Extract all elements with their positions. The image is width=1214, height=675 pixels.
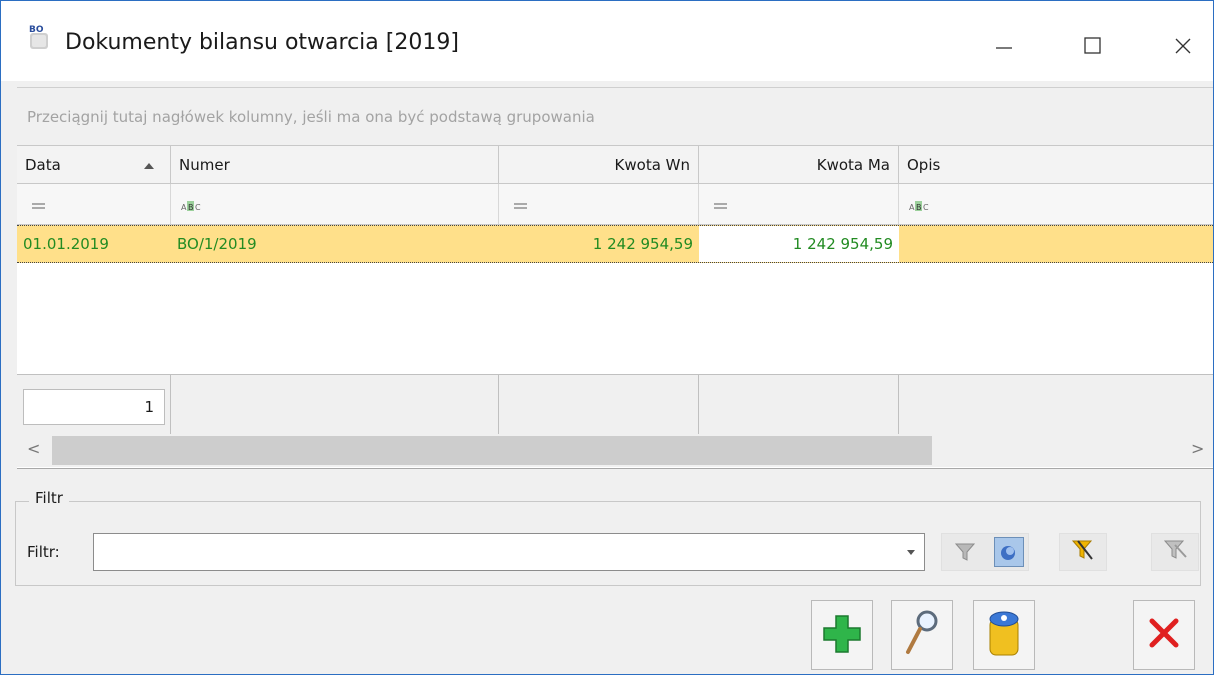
filter-dropdown-button[interactable] xyxy=(897,534,924,570)
group-by-panel[interactable]: Przeciągnij tutaj nagłówek kolumny, jeśl… xyxy=(17,87,1213,146)
funnel-pencil-icon xyxy=(1070,537,1096,567)
apply-filter-button[interactable] xyxy=(1059,533,1107,571)
add-button[interactable] xyxy=(811,600,873,670)
svg-text:A: A xyxy=(909,203,915,212)
svg-text:BO: BO xyxy=(29,25,44,35)
filter-toggle-buttons xyxy=(941,533,1029,571)
filter-label: Filtr: xyxy=(27,543,60,561)
svg-text:C: C xyxy=(195,203,201,212)
footer-cell-numer xyxy=(171,374,499,434)
horizontal-scrollbar[interactable]: < > xyxy=(17,434,1213,467)
record-count: 1 xyxy=(23,389,165,425)
scrollbar-thumb[interactable] xyxy=(52,436,932,465)
equals-icon xyxy=(513,198,529,216)
filter-cell-numer[interactable]: ABC xyxy=(171,184,499,225)
window: BO Dokumenty bilansu otwarcia [2019] Prz… xyxy=(0,0,1214,675)
footer-cell-kwota-wn xyxy=(499,374,699,434)
footer-cell-opis xyxy=(899,374,1213,434)
cell-kwota-ma[interactable]: 1 242 954,59 xyxy=(699,226,899,262)
constructor-filter-icon[interactable] xyxy=(994,537,1024,567)
documents-grid: Data Numer Kwota Wn Kwota Ma Opis ABC A … xyxy=(17,145,1213,469)
minimize-button[interactable] xyxy=(984,29,1024,63)
column-header-label: Kwota Wn xyxy=(614,156,690,174)
text-filter-icon: ABC xyxy=(181,198,203,216)
red-x-icon xyxy=(1146,615,1182,655)
filter-input[interactable] xyxy=(93,533,925,571)
scroll-left-arrow[interactable]: < xyxy=(27,439,40,458)
svg-text:B: B xyxy=(188,203,194,212)
column-header-label: Numer xyxy=(179,156,230,174)
column-header-label: Kwota Ma xyxy=(816,156,890,174)
svg-text:C: C xyxy=(923,203,929,212)
plus-icon xyxy=(822,612,862,658)
magnifier-icon xyxy=(902,608,942,662)
column-header-data[interactable]: Data xyxy=(17,146,171,184)
text-filter-icon: ABC xyxy=(909,198,931,216)
maximize-button[interactable] xyxy=(1073,29,1113,63)
column-header-kwota-wn[interactable]: Kwota Wn xyxy=(499,146,699,184)
close-button[interactable] xyxy=(1163,29,1203,63)
chevron-down-icon xyxy=(906,550,915,555)
trash-bin-icon xyxy=(984,607,1024,663)
svg-text:A: A xyxy=(181,203,187,212)
cell-data[interactable]: 01.01.2019 xyxy=(17,225,171,263)
filter-cell-opis[interactable]: ABC xyxy=(899,184,1213,225)
equals-icon xyxy=(713,198,729,216)
column-header-kwota-ma[interactable]: Kwota Ma xyxy=(699,146,899,184)
svg-text:B: B xyxy=(916,203,922,212)
filter-cell-data[interactable] xyxy=(17,184,171,225)
funnel-icon[interactable] xyxy=(954,541,976,567)
cell-opis[interactable] xyxy=(899,225,1213,263)
bo-app-icon: BO xyxy=(27,23,53,51)
column-header-numer[interactable]: Numer xyxy=(171,146,499,184)
cell-kwota-wn[interactable]: 1 242 954,59 xyxy=(499,225,699,263)
equals-icon xyxy=(31,198,47,216)
scroll-right-arrow[interactable]: > xyxy=(1191,439,1204,458)
footer-cell-kwota-ma xyxy=(699,374,899,434)
clear-filter-button[interactable] xyxy=(1151,533,1199,571)
filter-cell-kwota-wn[interactable] xyxy=(499,184,699,225)
filter-cell-kwota-ma[interactable] xyxy=(699,184,899,225)
group-by-hint: Przeciągnij tutaj nagłówek kolumny, jeśl… xyxy=(27,108,595,126)
delete-button[interactable] xyxy=(973,600,1035,670)
window-title: Dokumenty bilansu otwarcia [2019] xyxy=(65,30,459,55)
column-header-label: Data xyxy=(25,156,61,174)
funnel-clear-icon xyxy=(1162,537,1188,567)
column-header-label: Opis xyxy=(907,156,941,174)
column-header-opis[interactable]: Opis xyxy=(899,146,1213,184)
filter-group-label: Filtr xyxy=(29,489,69,507)
title-bar: BO Dokumenty bilansu otwarcia [2019] xyxy=(1,1,1213,81)
preview-button[interactable] xyxy=(891,600,953,670)
close-window-button[interactable] xyxy=(1133,600,1195,670)
footer-cell-data: 1 xyxy=(17,374,171,434)
cell-numer[interactable]: BO/1/2019 xyxy=(171,225,499,263)
